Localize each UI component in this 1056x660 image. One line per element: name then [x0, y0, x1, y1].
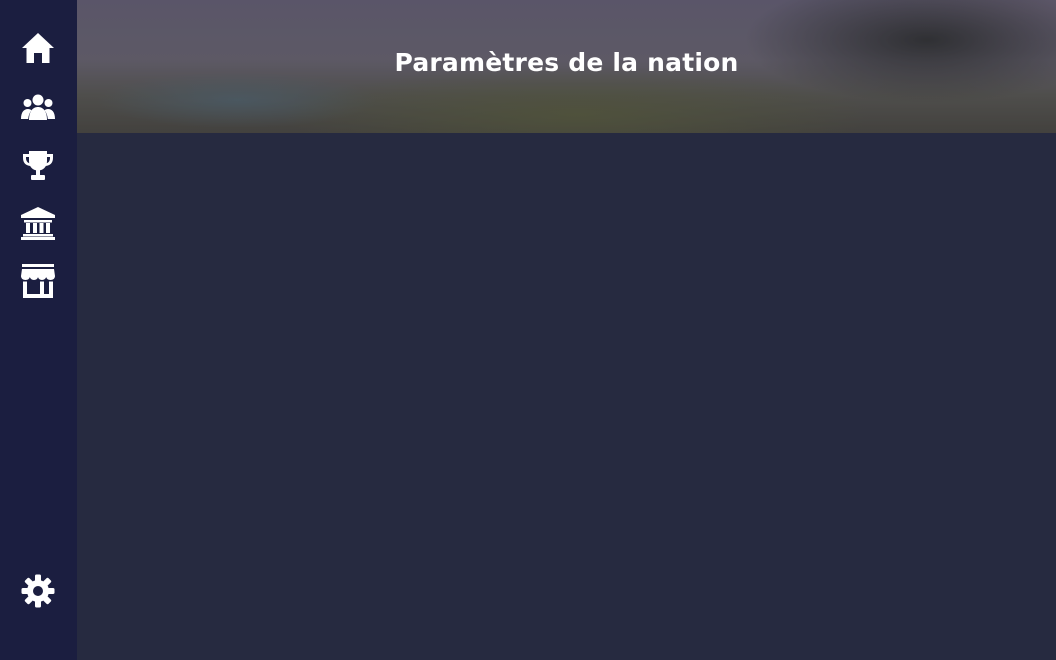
trophy-icon — [23, 151, 53, 180]
header-banner: Paramètres de la nation — [77, 0, 1056, 133]
sidebar-item-rankings[interactable] — [19, 146, 57, 184]
settings-button[interactable] — [19, 572, 57, 610]
bank-icon — [21, 207, 55, 240]
sidebar-item-market[interactable] — [19, 262, 57, 300]
main-content: Paramètres de la nation — [77, 0, 1056, 660]
home-icon — [22, 33, 54, 63]
sidebar — [0, 0, 77, 660]
content-area — [77, 133, 1056, 660]
sidebar-item-government[interactable] — [19, 204, 57, 242]
page-title: Paramètres de la nation — [394, 48, 739, 77]
users-icon — [21, 94, 55, 120]
sidebar-item-community[interactable] — [19, 88, 57, 126]
store-icon — [21, 264, 55, 298]
gear-icon — [21, 574, 55, 608]
sidebar-item-home[interactable] — [19, 29, 57, 67]
